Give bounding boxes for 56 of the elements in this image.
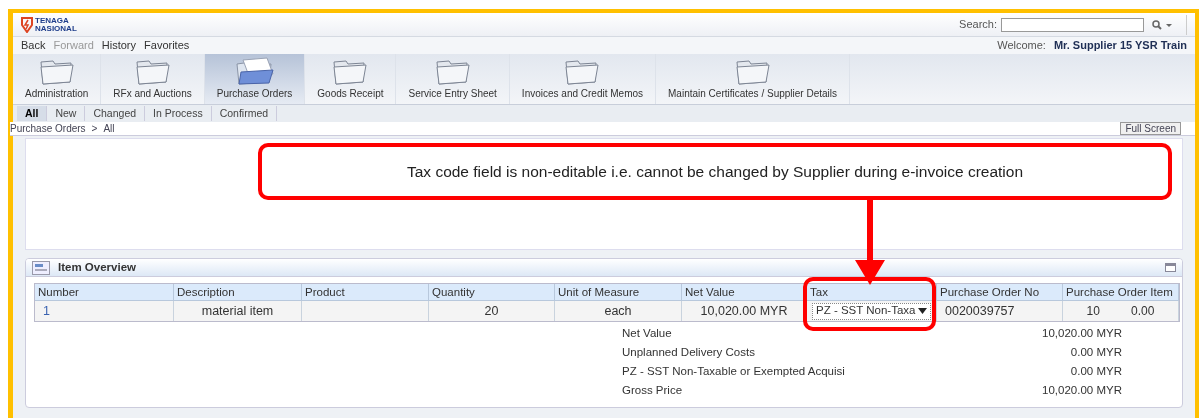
sub-tab[interactable]: In Process [145,105,212,122]
nav-tab[interactable]: Administration [13,54,102,104]
search-label: Search: [959,17,997,33]
callout-box: Tax code field is non-editable i.e. cannot be changed by Supplier during e-invoice creation [258,143,1172,200]
nav-tab[interactable]: RFx and Auctions [101,54,205,104]
nav-tab[interactable]: Purchase Orders [204,54,306,104]
full-screen-button[interactable]: Full Screen [1120,122,1181,135]
logo: TENAGA NASIONAL [21,16,77,33]
column-header: Net Value [682,284,807,300]
nav-tab[interactable]: Maintain Certificates / Supplier Details [656,54,850,104]
column-header: Unit of Measure [555,284,682,300]
caret-icon [918,308,927,314]
summary-value: 10,020.00 MYR [1042,382,1122,398]
breadcrumb-item[interactable]: Purchase Orders [10,121,86,136]
nav-tab[interactable]: Goods Receipt [305,54,397,104]
sub-tab[interactable]: Changed [85,105,146,122]
column-header: Purchase Order Item [1063,284,1179,300]
column-header: Description [174,284,302,300]
nav-link[interactable]: History [101,37,137,54]
nav-tab[interactable]: Invoices and Credit Memos [509,54,657,104]
panel-title: Item Overview [58,259,136,275]
column-header: Number [35,284,174,300]
summary-value: 0.00 MYR [1070,344,1122,360]
tax-dropdown[interactable]: PZ - SST Non-Taxa [812,302,931,320]
item-number-link[interactable]: 1 [43,301,50,321]
nav-link[interactable]: Back [21,37,46,54]
summary-label: Gross Price [622,382,683,398]
nav-link[interactable]: Favorites [144,37,190,54]
nav-tab[interactable]: Service Entry Sheet [396,54,510,104]
table-cell-text: 0.00 [1131,303,1155,320]
column-header: Product [302,284,429,300]
summary-label: Unplanned Delivery Costs [622,344,755,360]
search-field[interactable] [1001,17,1144,32]
sub-tab[interactable]: Confirmed [211,105,278,122]
table-cell-text: 0020039757 [945,302,1015,320]
summary-label: Net Value [622,325,672,341]
sub-tab[interactable]: New [47,105,86,122]
search-icon[interactable] [1152,19,1174,30]
minimize-icon[interactable] [1165,263,1176,272]
table-cell-text: 10 [1086,303,1100,320]
summary-value: 0.00 MYR [1070,363,1122,379]
breadcrumb-item: > [91,122,98,136]
table-cell-text: 10,020.00 MYR [700,302,788,320]
breadcrumb-item[interactable]: All [103,121,115,136]
summary-value: 10,020.00 MYR [1042,325,1122,341]
logo-icon [21,16,33,33]
table-cell-text: each [604,302,632,320]
welcome-label: Welcome: [997,38,1046,54]
sub-tab[interactable]: All [17,105,48,122]
summary-label: PZ - SST Non-Taxable or Exempted Acquisi [622,363,845,379]
column-header: Quantity [429,284,555,300]
table-cell-text: 20 [484,302,499,320]
user-name: Mr. Supplier 15 YSR Train [1053,38,1187,54]
table-icon [32,260,50,275]
column-header: Purchase Order No [937,284,1063,300]
table-cell-text: material item [201,302,274,320]
